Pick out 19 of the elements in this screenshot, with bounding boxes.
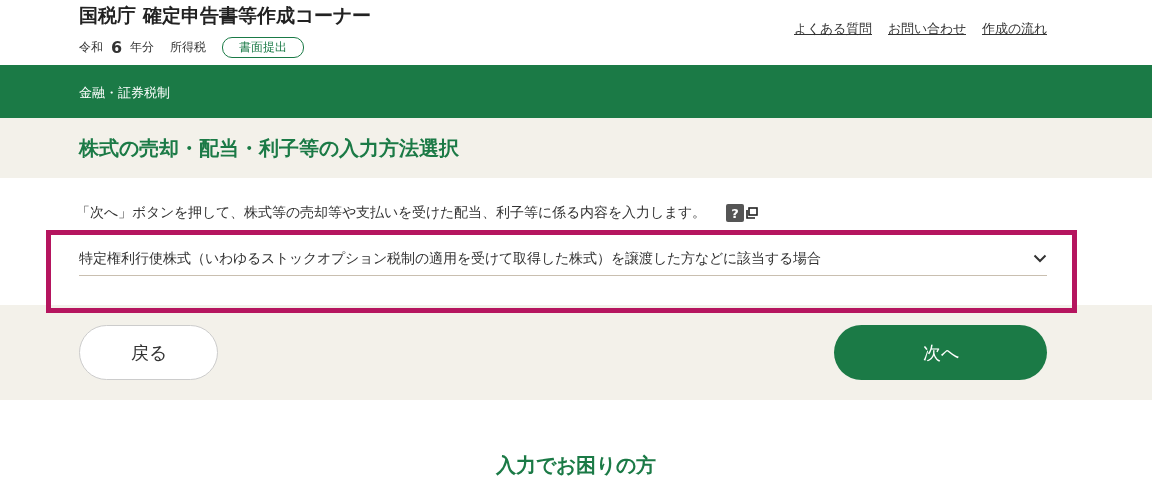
page-title: 株式の売却・配当・利子等の入力方法選択 [79,134,460,162]
new-window-icon[interactable] [746,207,758,219]
tax-label: 所得税 [170,39,207,56]
method-select[interactable]: 特定権利行使株式（いわゆるストックオプション税制の適用を受けて取得した株式）を譲渡した方などに該当する場合 [79,242,1047,276]
era-label: 令和 [79,39,103,56]
header-link[interactable]: お問い合わせ [888,20,966,38]
help-heading: 入力でお困りの方 [495,452,657,479]
instruction-text: 「次へ」ボタンを押して、株式等の売却等や支払いを受けた配当、利子等に係る内容を入力します。 [76,204,706,222]
year-unit: 年分 [130,39,155,56]
breadcrumb: 金融・証券税制 [79,84,170,100]
header-link[interactable]: よくある質問 [794,20,872,38]
help-button[interactable]: ? [726,204,744,222]
submission-badge: 書面提出 [222,37,305,58]
header-link[interactable]: 作成の流れ [982,20,1047,38]
next-button[interactable]: 次へ [834,325,1047,380]
site-title: 国税庁 確定申告書等作成コーナー [79,3,371,28]
year-value: 6 [111,38,123,57]
back-button[interactable]: 戻る [79,325,218,380]
chevron-down-icon [1033,254,1047,263]
